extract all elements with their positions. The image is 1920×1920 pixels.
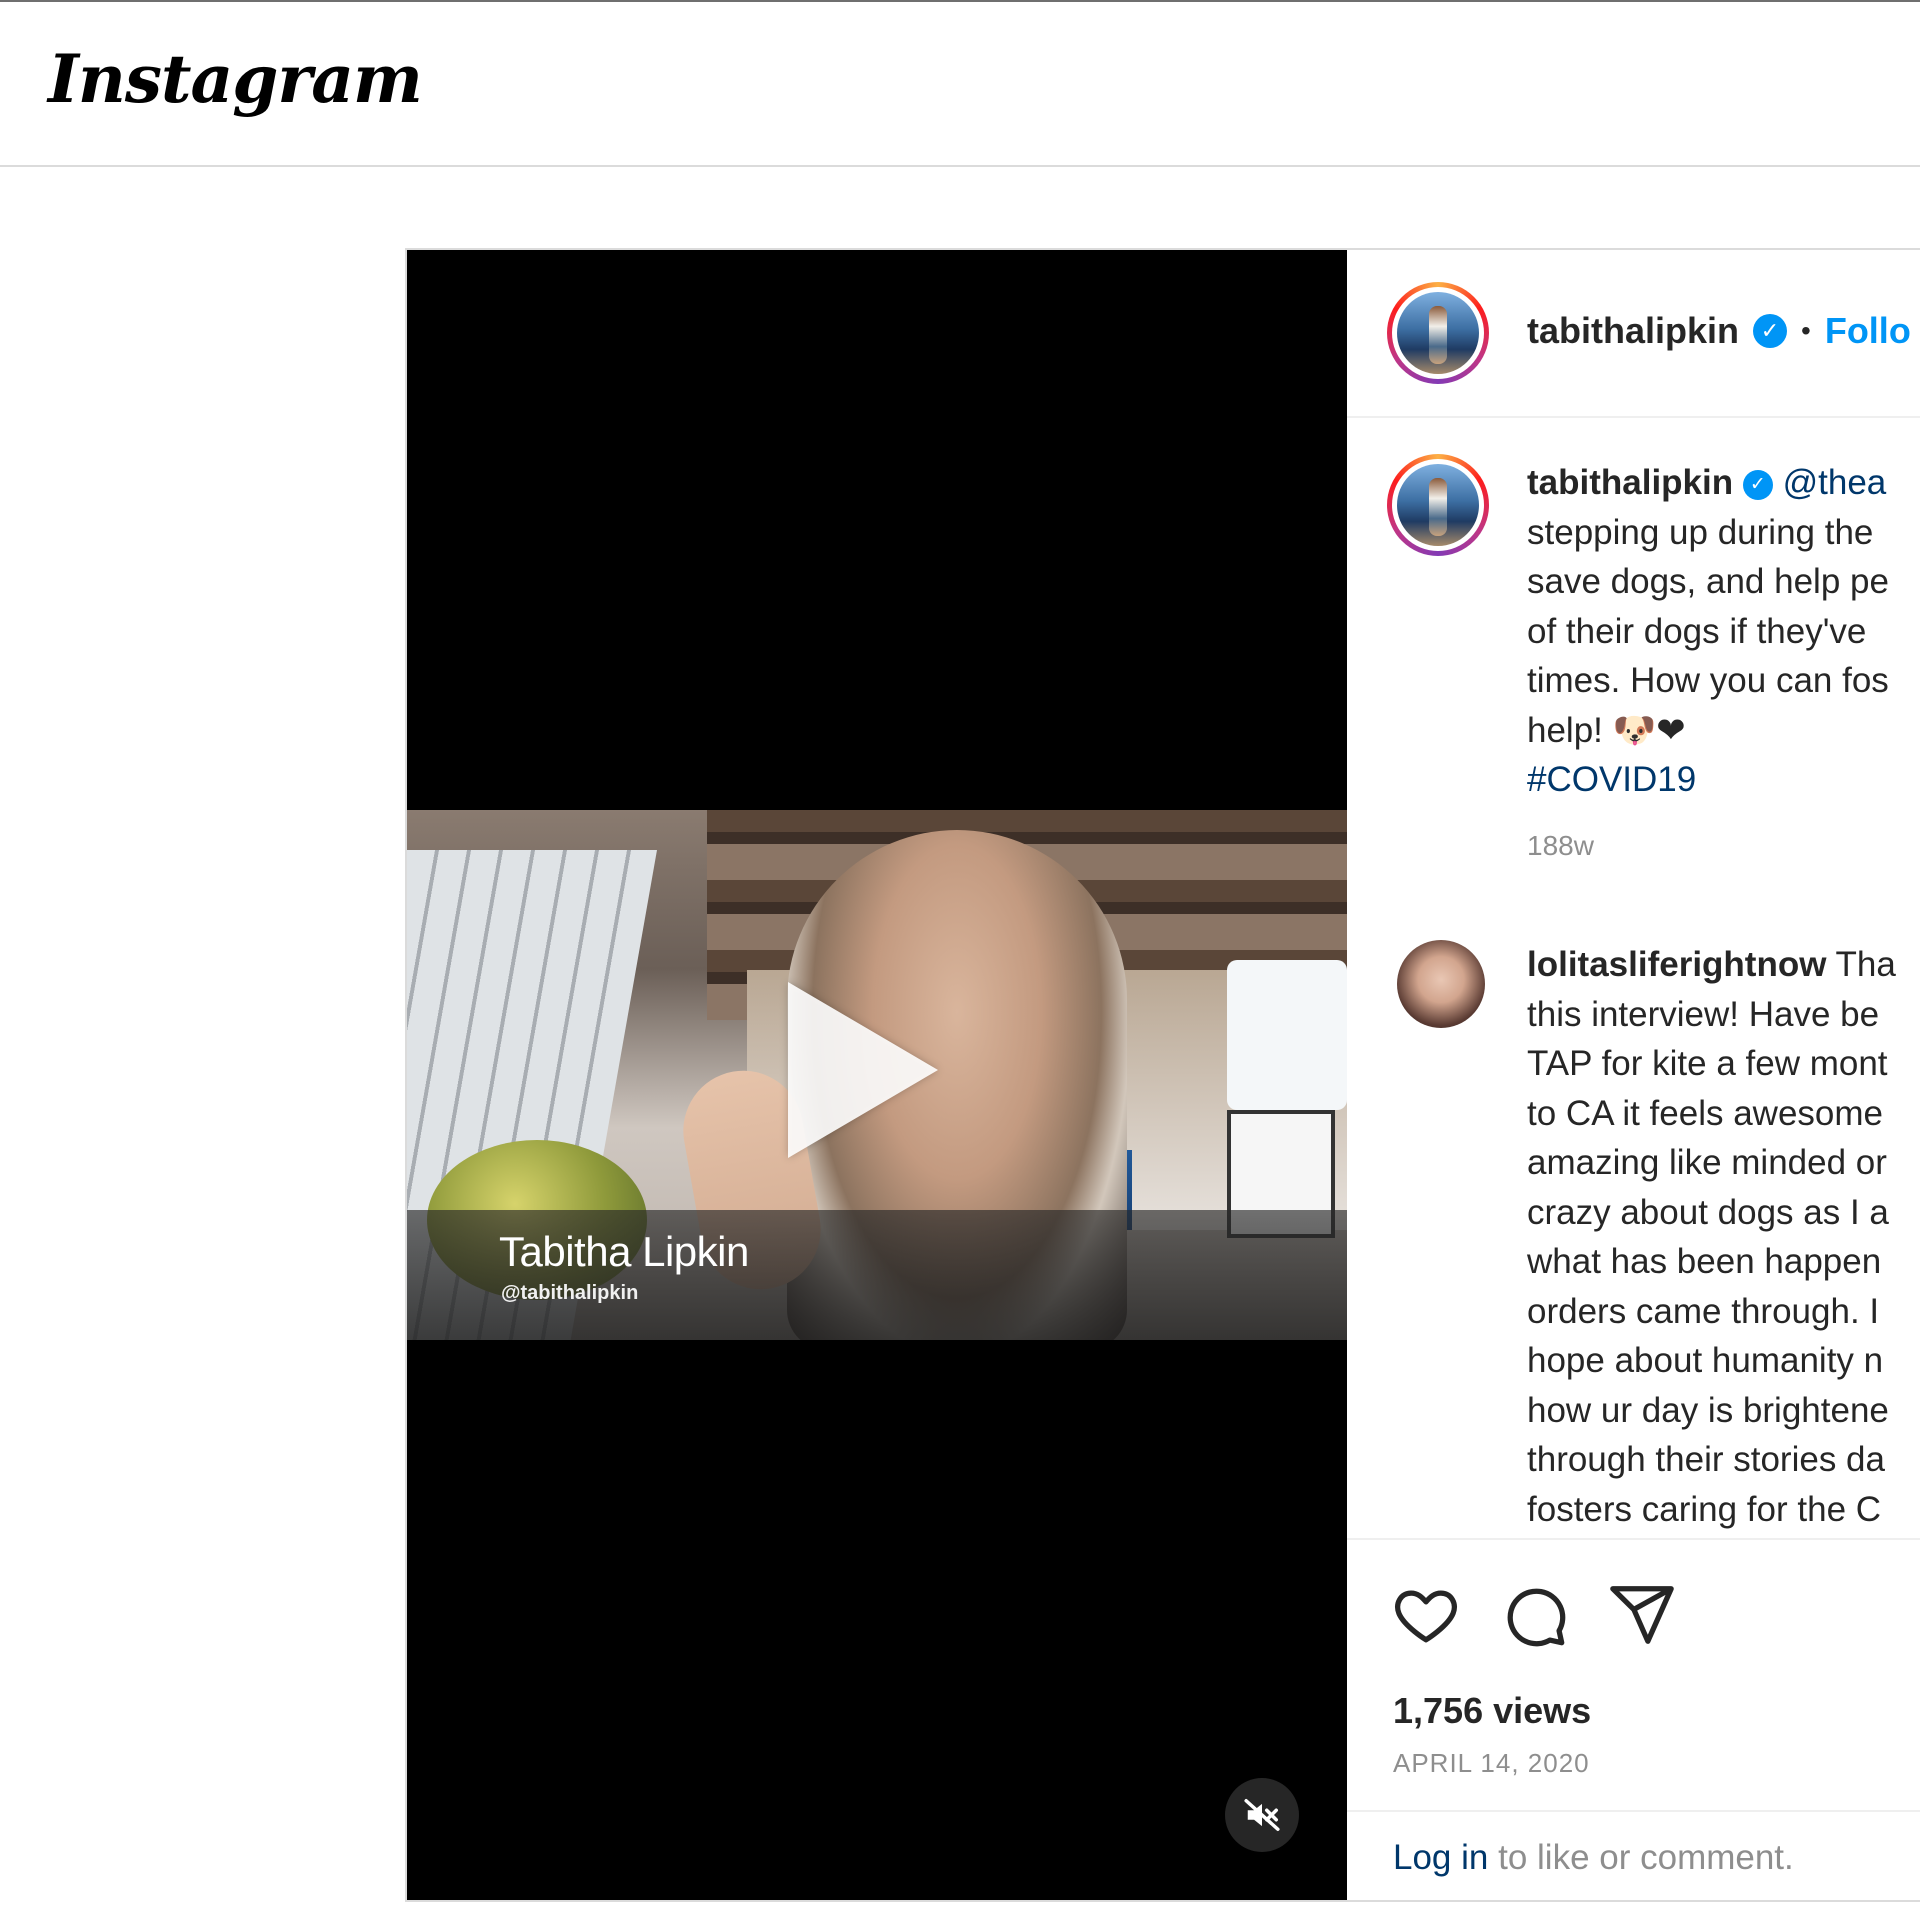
caption-line: save dogs, and help pe xyxy=(1527,562,1889,601)
post-time-ago[interactable]: 188w xyxy=(1527,830,1594,862)
mute-toggle-button[interactable] xyxy=(1225,1778,1299,1852)
play-icon[interactable] xyxy=(788,982,938,1158)
caption-line: help! 🐶❤ xyxy=(1527,710,1686,750)
video-scene-window xyxy=(1227,960,1347,1110)
caption-line: of their dogs if they've xyxy=(1527,611,1867,651)
caption-hashtag-link[interactable]: #COVID19 xyxy=(1527,755,1920,805)
comment-line: orders came through. I xyxy=(1527,1291,1880,1331)
view-count: 1,756 views xyxy=(1393,1690,1592,1731)
comment-line: through their stories da xyxy=(1527,1440,1885,1479)
commenter-avatar[interactable] xyxy=(1397,940,1485,1028)
comment-line: this interview! Have be xyxy=(1527,994,1880,1034)
author-username[interactable]: tabithalipkin xyxy=(1527,310,1739,352)
comment: lolitasliferightnow Tha this interview! … xyxy=(1527,940,1920,1534)
comment-line: crazy about dogs as I a xyxy=(1527,1192,1889,1232)
post-sidebar: tabithalipkin ✓ • Follo tabithalipkin ✓ … xyxy=(1347,250,1920,1900)
comment-first-word: Tha xyxy=(1835,945,1896,984)
instagram-logo[interactable]: Instagram xyxy=(48,40,423,118)
post-header: tabithalipkin ✓ • Follo xyxy=(1347,250,1920,418)
login-prompt-text: to like or comment. xyxy=(1488,1838,1794,1877)
comment-line: how ur day is brightene xyxy=(1527,1390,1889,1430)
post-dialog: Tabitha Lipkin @tabithalipkin tabithalip… xyxy=(405,248,1920,1902)
top-navigation-bar: Instagram xyxy=(0,2,1920,167)
comment-line: fosters caring for the C xyxy=(1527,1489,1882,1529)
video-overlay-handle: @tabithalipkin xyxy=(501,1282,639,1304)
verified-badge-icon: ✓ xyxy=(1753,314,1788,348)
login-link[interactable]: Log in xyxy=(1393,1838,1488,1877)
paper-plane-icon[interactable] xyxy=(1607,1580,1677,1650)
commenter-username[interactable]: lolitasliferightnow xyxy=(1527,945,1826,984)
heart-icon[interactable] xyxy=(1391,1580,1461,1650)
caption-username[interactable]: tabithalipkin xyxy=(1527,463,1733,502)
video-frame: Tabitha Lipkin @tabithalipkin xyxy=(407,810,1347,1340)
comment-line: amazing like minded or xyxy=(1527,1143,1887,1182)
video-lower-third: Tabitha Lipkin @tabithalipkin xyxy=(407,1210,1347,1340)
post-actions: 1,756 views APRIL 14, 2020 Log in to lik… xyxy=(1347,1538,1920,1900)
verified-badge-icon: ✓ xyxy=(1742,469,1773,500)
caption-line: stepping up during the xyxy=(1527,512,1874,552)
video-player[interactable]: Tabitha Lipkin @tabithalipkin xyxy=(407,250,1347,1900)
login-prompt: Log in to like or comment. xyxy=(1347,1810,1920,1900)
follow-button[interactable]: Follo xyxy=(1825,310,1911,352)
comment-line: to CA it feels awesome xyxy=(1527,1093,1883,1133)
comment-line: what has been happen xyxy=(1527,1242,1882,1281)
comment-line: TAP for kite a few mont xyxy=(1527,1044,1888,1083)
caption-author-avatar[interactable] xyxy=(1387,454,1489,556)
caption-mention-link[interactable]: @thea xyxy=(1783,463,1887,502)
author-avatar[interactable] xyxy=(1387,282,1489,384)
caption-line: times. How you can fos xyxy=(1527,661,1889,700)
comment-bubble-icon[interactable] xyxy=(1499,1580,1569,1650)
comment-line: hope about humanity n xyxy=(1527,1341,1884,1380)
header-separator: • xyxy=(1801,315,1811,346)
video-overlay-name: Tabitha Lipkin xyxy=(499,1228,749,1275)
post-date[interactable]: APRIL 14, 2020 xyxy=(1393,1748,1590,1779)
post-caption: tabithalipkin ✓ @thea stepping up during… xyxy=(1527,458,1920,805)
muted-speaker-icon xyxy=(1244,1799,1280,1831)
